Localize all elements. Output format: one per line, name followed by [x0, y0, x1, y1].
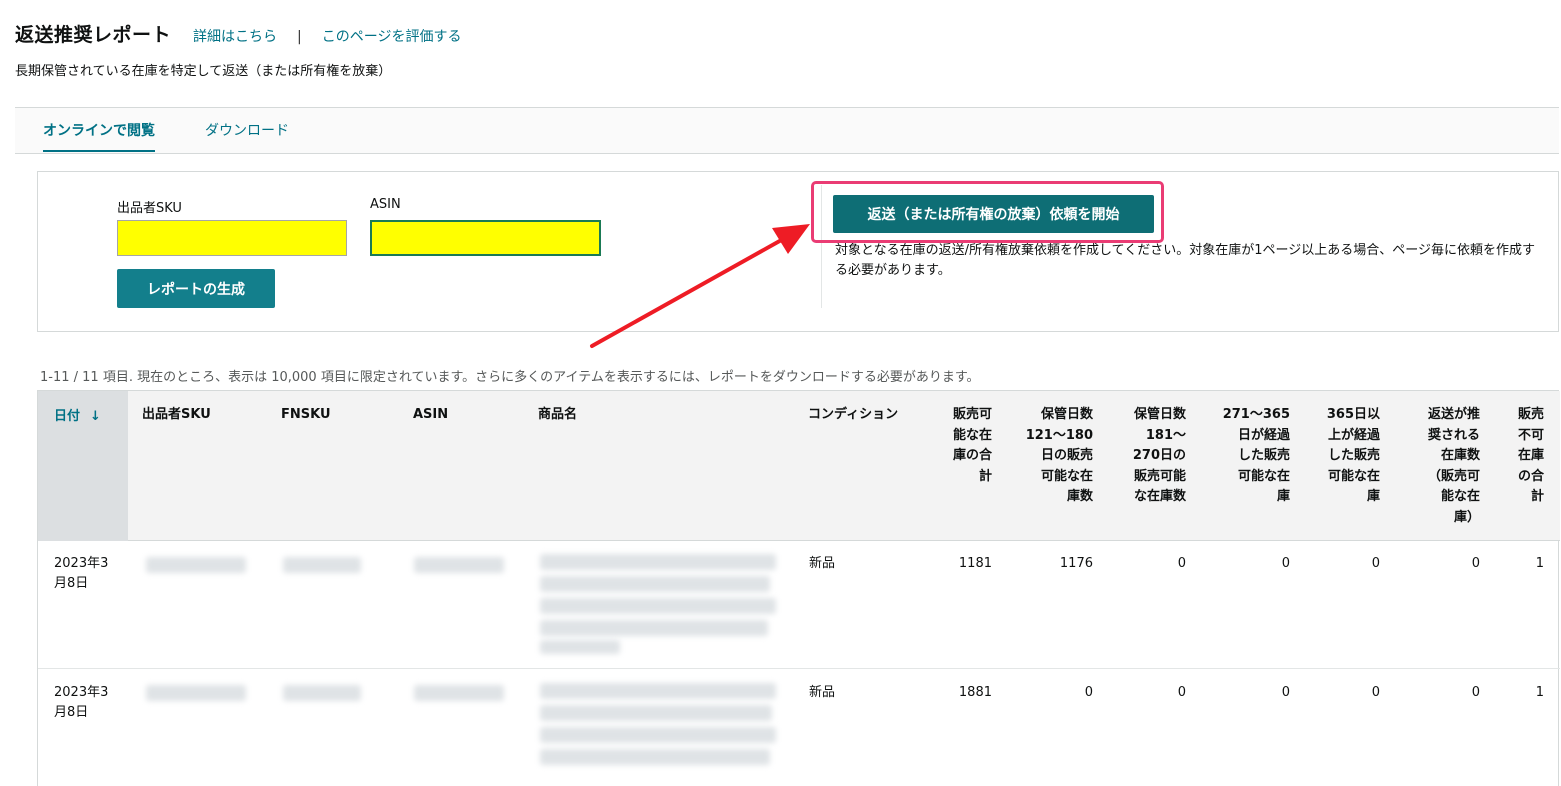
- date-column-header[interactable]: 日付 ↓: [54, 405, 101, 424]
- header-separator: |: [297, 29, 302, 45]
- blurred-sku: [146, 557, 246, 573]
- days-271-365-column-header[interactable]: 271～365 日が経過 した販売 可能な在 庫: [1206, 405, 1290, 508]
- tab-download[interactable]: ダウンロード: [205, 120, 289, 150]
- row-date: 2023年3 月8日: [54, 556, 109, 591]
- blurred-product-name: [540, 554, 776, 570]
- condition-column-header[interactable]: コンディション: [808, 405, 898, 426]
- row-date: 2023年3 月8日: [54, 685, 109, 720]
- days-121-180-column-header[interactable]: 保管日数 121～180 日の販売 可能な在 庫数: [1013, 405, 1093, 508]
- blurred-asin: [414, 685, 504, 701]
- days-365-plus-column-header[interactable]: 365日以 上が経過 した販売 可能な在 庫: [1300, 405, 1380, 508]
- days-181-270-column-header[interactable]: 保管日数 181～ 270日の 販売可能 な在庫数: [1106, 405, 1186, 508]
- blurred-fnsku: [283, 685, 361, 701]
- details-link[interactable]: 詳細はこちら: [193, 26, 277, 46]
- blurred-product-name: [540, 683, 776, 699]
- recommended-column-header[interactable]: 返送が推 奨される 在庫数 （販売可 能な在 庫）: [1398, 405, 1480, 528]
- row-days-181-270: 0: [1177, 556, 1186, 571]
- asin-label: ASIN: [370, 197, 401, 212]
- asin-column-header[interactable]: ASIN: [413, 405, 448, 426]
- blurred-sku: [146, 685, 246, 701]
- row-unsellable-total: 1: [1535, 556, 1544, 571]
- table-header: 日付 ↓ 出品者SKU FNSKU ASIN 商品名 コンディション 販売可 能な…: [38, 391, 1560, 541]
- page-title: 返送推奨レポート: [15, 24, 172, 46]
- blurred-product-name: [540, 640, 620, 654]
- row-days-271-365: 0: [1281, 556, 1290, 571]
- row-condition: 新品: [809, 685, 836, 700]
- sellable-total-column-header[interactable]: 販売可 能な在 庫の合 計: [928, 405, 992, 487]
- blurred-asin: [414, 557, 504, 573]
- row-recommended: 0: [1471, 685, 1480, 700]
- blurred-product-name: [540, 576, 770, 592]
- blurred-product-name: [540, 598, 776, 614]
- blurred-product-name: [540, 749, 770, 765]
- asin-input[interactable]: [370, 220, 601, 256]
- row-condition: 新品: [809, 556, 836, 571]
- row-days-121-180: 0: [1084, 685, 1093, 700]
- row-days-121-180: 1176: [1059, 556, 1093, 571]
- fnsku-column-header[interactable]: FNSKU: [281, 405, 331, 426]
- row-days-365-plus: 0: [1371, 685, 1380, 700]
- row-days-271-365: 0: [1281, 685, 1290, 700]
- blurred-product-name: [540, 705, 772, 721]
- product-column-header[interactable]: 商品名: [538, 405, 577, 426]
- unsellable-total-column-header[interactable]: 販売 不可 在庫 の合 計: [1500, 405, 1544, 508]
- removal-note: 対象となる在庫の返送/所有権放棄依頼を作成してください。対象在庫が1ページ以上あ…: [835, 243, 1535, 278]
- result-count: 1-11 / 11 項目. 現在のところ、表示は 10,000 項目に限定されて…: [40, 370, 980, 385]
- tab-bar: オンラインで閲覧 ダウンロード: [15, 107, 1559, 154]
- filter-panel: 出品者SKU ASIN レポートの生成 返送（または所有権の放棄）依頼を開始 対…: [37, 171, 1559, 332]
- rate-page-link[interactable]: このページを評価する: [322, 26, 462, 46]
- row-unsellable-total: 1: [1535, 685, 1544, 700]
- page-header: 返送推奨レポート 詳細はこちら | このページを評価する: [15, 20, 461, 47]
- sku-column-header[interactable]: 出品者SKU: [142, 405, 211, 426]
- table-row: 2023年3 月8日 新品 1181 1176 0 0 0 0 1: [38, 541, 1560, 669]
- sku-input[interactable]: [117, 220, 347, 256]
- sku-label: 出品者SKU: [117, 201, 182, 216]
- annotation-highlight-box: [811, 181, 1164, 243]
- generate-report-button[interactable]: レポートの生成: [117, 269, 275, 308]
- page-subtitle: 長期保管されている在庫を特定して返送（または所有権を放棄）: [15, 64, 392, 79]
- blurred-product-name: [540, 727, 776, 743]
- blurred-product-name: [540, 620, 768, 636]
- row-recommended: 0: [1471, 556, 1480, 571]
- row-sellable-total: 1181: [958, 556, 992, 571]
- row-days-365-plus: 0: [1371, 556, 1380, 571]
- row-days-181-270: 0: [1177, 685, 1186, 700]
- report-table: 日付 ↓ 出品者SKU FNSKU ASIN 商品名 コンディション 販売可 能な…: [37, 390, 1560, 786]
- tab-view-online[interactable]: オンラインで閲覧: [43, 120, 155, 152]
- blurred-fnsku: [283, 557, 361, 573]
- date-header-label: 日付: [54, 409, 81, 424]
- date-header-cell[interactable]: 日付 ↓: [38, 391, 128, 541]
- table-row: 2023年3 月8日 新品 1881 0 0 0 0 0 1: [38, 669, 1560, 786]
- arrow-down-icon[interactable]: ↓: [90, 409, 101, 424]
- row-sellable-total: 1881: [958, 685, 992, 700]
